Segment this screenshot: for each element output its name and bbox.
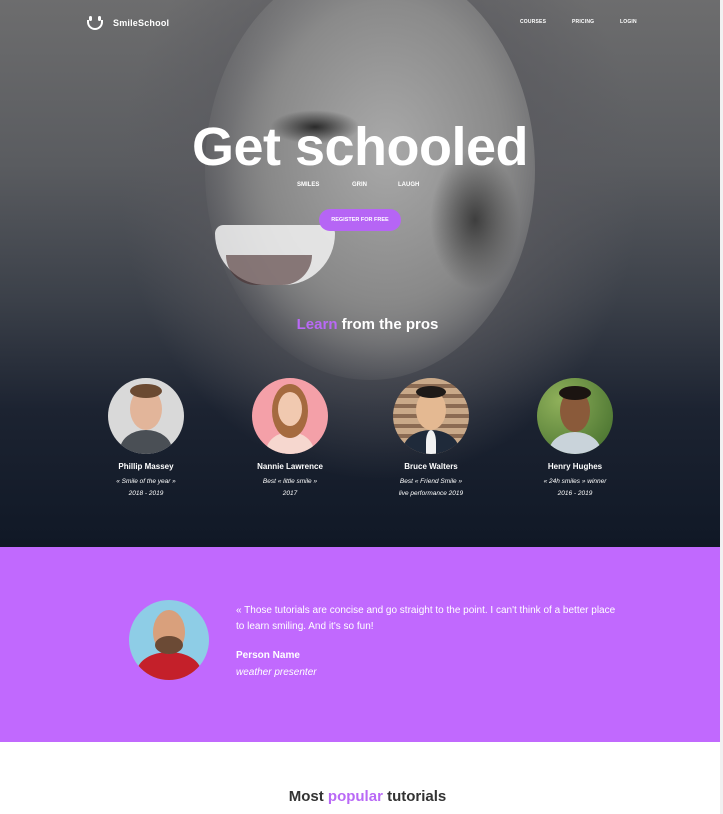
hero-title: Get schooled <box>191 117 529 177</box>
popular-accent: popular <box>327 788 383 805</box>
avatar <box>108 378 184 454</box>
pro-years: 2018 - 2019 <box>128 490 164 497</box>
popular-suffix: tutorials <box>387 788 447 805</box>
testimonial-name: Person Name <box>236 650 300 661</box>
avatar <box>537 378 613 454</box>
smile-logo-icon <box>86 14 104 32</box>
testimonial-quote: « Those tutorials are concise and go str… <box>236 605 616 632</box>
learn-heading-accent: Learn <box>296 316 338 333</box>
nav-pricing[interactable]: PRICING <box>572 19 594 25</box>
pro-award: « 24h smiles » winner <box>543 478 607 485</box>
popular-heading: Most popular tutorials <box>0 788 723 805</box>
nav-courses[interactable]: COURSES <box>520 19 546 25</box>
pro-name: Phillip Massey <box>118 462 174 471</box>
pro-card: Nannie Lawrence Best « little smile » 20… <box>215 378 365 500</box>
pro-years: 2016 - 2019 <box>557 490 593 497</box>
register-button[interactable]: REGISTER FOR FREE <box>319 209 401 231</box>
pro-award: Best « little smile » <box>262 478 318 485</box>
pro-description: Best « Friend Smile » live performance 2… <box>356 476 506 500</box>
pro-name: Henry Hughes <box>547 462 603 471</box>
pro-card: Henry Hughes « 24h smiles » winner 2016 … <box>500 378 650 500</box>
popular-prefix: Most <box>288 788 324 805</box>
pro-name: Bruce Walters <box>404 462 458 471</box>
learn-heading: Learn from the pros <box>0 316 720 333</box>
hero-tag-smiles: SMILES <box>297 182 320 188</box>
learn-heading-rest: from the pros <box>341 316 439 333</box>
pro-name: Nannie Lawrence <box>257 462 323 471</box>
brand-name: SmileSchool <box>113 18 170 28</box>
testimonial-section: « Those tutorials are concise and go str… <box>0 547 720 742</box>
nav-login[interactable]: LOGIN <box>620 19 637 25</box>
pro-description: « Smile of the year » 2018 - 2019 <box>71 476 221 500</box>
pro-description: Best « little smile » 2017 <box>215 476 365 500</box>
hero-tag-grin: GRIN <box>352 182 367 188</box>
testimonial-role: weather presenter <box>236 667 317 678</box>
testimonial-avatar <box>129 600 209 680</box>
pro-years: live performance 2019 <box>398 490 464 497</box>
avatar <box>252 378 328 454</box>
logo-link[interactable]: SmileSchool <box>86 14 169 32</box>
pro-card: Phillip Massey « Smile of the year » 201… <box>71 378 221 500</box>
pro-award: Best « Friend Smile » <box>399 478 463 485</box>
pro-years: 2017 <box>282 490 298 497</box>
pro-card: Bruce Walters Best « Friend Smile » live… <box>356 378 506 500</box>
hero-section: SmileSchool COURSES PRICING LOGIN Get sc… <box>0 0 720 547</box>
pro-description: « 24h smiles » winner 2016 - 2019 <box>500 476 650 500</box>
hero-tag-laugh: LAUGH <box>398 182 420 188</box>
pro-award: « Smile of the year » <box>116 478 176 485</box>
avatar <box>393 378 469 454</box>
